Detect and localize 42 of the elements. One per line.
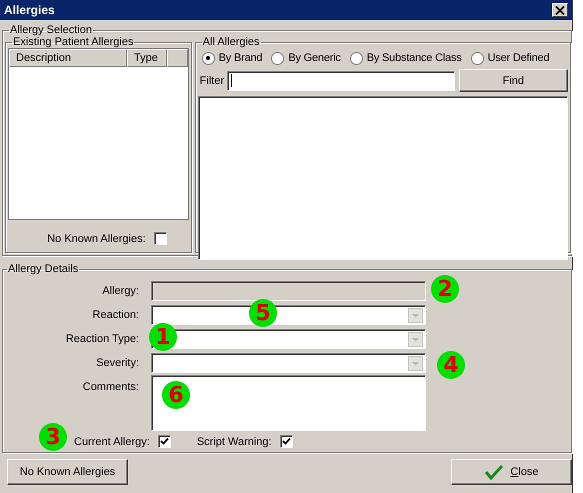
dropdown-field[interactable] xyxy=(151,329,426,349)
number-marker: 3 xyxy=(39,423,67,451)
dropdown-field[interactable] xyxy=(151,305,426,325)
checkbox[interactable] xyxy=(154,232,167,245)
checkmark-icon xyxy=(484,464,504,480)
field-label: Comments: xyxy=(82,380,139,393)
window-title: Allergies xyxy=(4,3,55,17)
filter-field[interactable] xyxy=(227,70,455,90)
find-button[interactable]: Find xyxy=(458,69,568,92)
number-marker: 1 xyxy=(149,323,177,351)
radio-label[interactable]: By Substance Class xyxy=(366,52,462,64)
column-header[interactable]: Type xyxy=(127,49,167,67)
radio-label[interactable]: User Defined xyxy=(488,52,550,64)
checkbox[interactable] xyxy=(158,435,171,448)
number-marker: 4 xyxy=(437,351,465,379)
group-title: Existing Patient Allergies xyxy=(12,36,134,48)
group-title: Allergy Selection xyxy=(9,24,93,36)
number-marker: 2 xyxy=(431,275,459,303)
group-title: Allergy Details xyxy=(7,263,80,275)
close-button[interactable] xyxy=(552,3,568,17)
checkbox-label: Script Warning: xyxy=(196,436,272,448)
filter-label: Filter xyxy=(200,74,224,86)
field-label: Reaction Type: xyxy=(64,333,139,345)
close-button[interactable]: Close xyxy=(451,459,572,485)
column-header[interactable]: Description xyxy=(9,49,127,67)
checkbox[interactable] xyxy=(280,435,293,448)
radio-button[interactable] xyxy=(350,52,363,64)
comments-field[interactable] xyxy=(151,375,426,431)
no-known-allergies-button[interactable]: No Known Allergies xyxy=(7,459,128,485)
dropdown-field[interactable] xyxy=(151,353,426,373)
radio-label[interactable]: By Brand xyxy=(218,52,262,64)
checkbox-label: Current Allergy: xyxy=(74,436,150,448)
group-title: All Allergies xyxy=(202,36,261,48)
radio-button[interactable] xyxy=(470,52,484,64)
field-label: Allergy: xyxy=(101,285,139,297)
radio-button[interactable] xyxy=(271,52,284,64)
checkbox-label: No Known Allergies: xyxy=(47,232,146,244)
radio-label[interactable]: By Generic xyxy=(288,52,341,64)
field-label: Reaction: xyxy=(92,309,139,321)
field-label: Severity: xyxy=(95,357,139,369)
close-icon xyxy=(555,6,565,14)
radio-button[interactable] xyxy=(202,52,215,64)
